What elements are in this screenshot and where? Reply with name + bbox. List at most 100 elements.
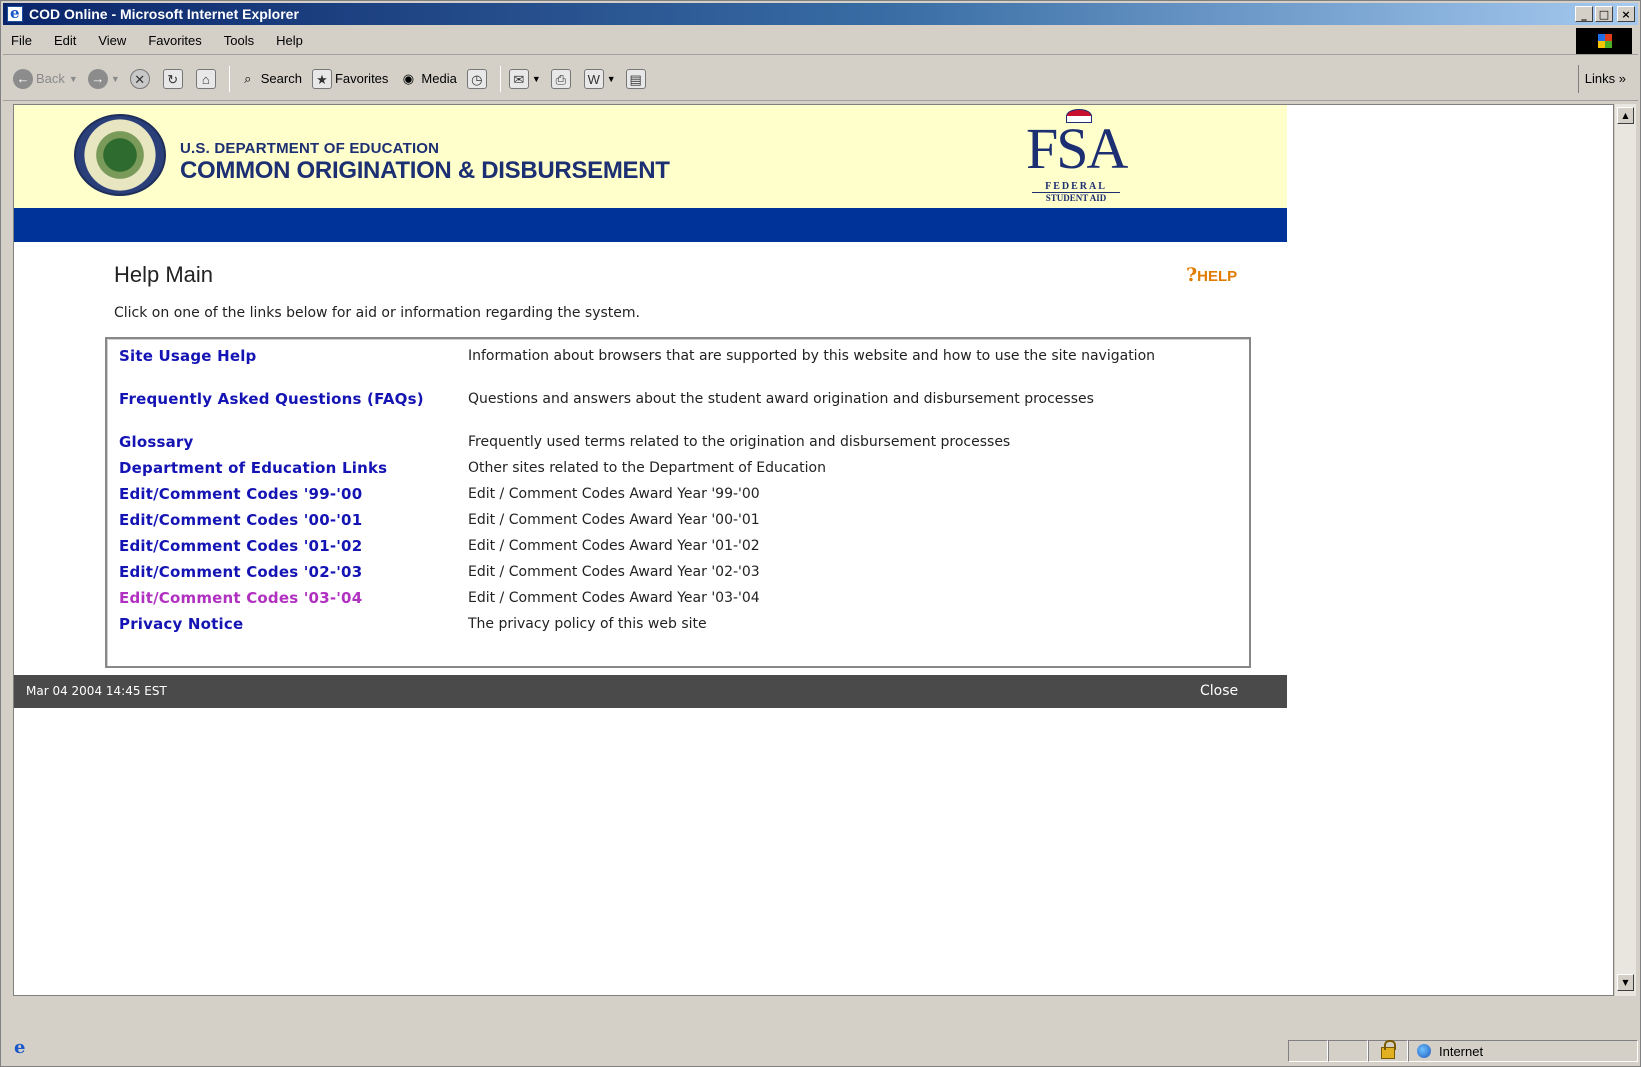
menu-file[interactable]: File — [3, 33, 43, 48]
forward-arrow-icon: → — [87, 68, 108, 89]
browser-window: COD Online - Microsoft Internet Explorer… — [0, 0, 1641, 1067]
content-viewport: U.S. DEPARTMENT OF EDUCATION COMMON ORIG… — [13, 104, 1614, 996]
toolbar-separator — [499, 65, 501, 92]
back-arrow-icon: ← — [13, 68, 33, 89]
row-description: Edit / Comment Codes Award Year '00-'01 — [468, 512, 760, 528]
home-icon: ⌂ — [195, 68, 216, 89]
department-name: U.S. DEPARTMENT OF EDUCATION — [180, 140, 440, 157]
windows-logo-icon — [1576, 27, 1632, 54]
fsa-logo-line1: FEDERAL — [1045, 181, 1107, 192]
search-button[interactable]: ⌕ Search — [238, 69, 302, 89]
row-description: Questions and answers about the student … — [468, 391, 1094, 407]
title-bar[interactable]: COD Online - Microsoft Internet Explorer… — [3, 3, 1638, 25]
discuss-button[interactable]: ▤ — [625, 68, 649, 89]
menu-favorites[interactable]: Favorites — [137, 33, 212, 48]
link-glossary[interactable]: Glossary — [119, 433, 449, 451]
back-label: Back — [36, 71, 65, 86]
row-description: Frequently used terms related to the ori… — [468, 434, 1011, 450]
help-links-table: Site Usage Help Information about browse… — [105, 337, 1251, 668]
toolbar-separator — [228, 65, 230, 92]
help-question-icon: ? — [1186, 264, 1198, 286]
row-description: Edit / Comment Codes Award Year '99-'00 — [468, 486, 760, 502]
ie-logo-icon — [7, 4, 23, 22]
fsa-hat-icon — [1066, 109, 1092, 123]
header-band — [14, 208, 1287, 242]
close-window-button[interactable]: × — [1617, 6, 1635, 22]
media-icon: ◉ — [402, 70, 415, 86]
favorites-button[interactable]: ★ Favorites — [311, 68, 389, 89]
link-codes-01-02[interactable]: Edit/Comment Codes '01-'02 — [119, 537, 449, 555]
media-button[interactable]: ◉ Media — [398, 69, 457, 89]
department-seal-icon — [74, 114, 166, 196]
mail-dropdown-icon: ▼ — [531, 73, 541, 84]
menu-view[interactable]: View — [87, 33, 137, 48]
stop-icon: ✕ — [129, 68, 150, 89]
status-pane-empty — [1328, 1040, 1368, 1062]
window-title: COD Online - Microsoft Internet Explorer — [29, 6, 299, 22]
back-dropdown-icon: ▼ — [68, 73, 78, 84]
link-department-links[interactable]: Department of Education Links — [119, 459, 449, 477]
print-icon: ⎙ — [550, 68, 571, 89]
link-faqs[interactable]: Frequently Asked Questions (FAQs) — [119, 390, 449, 408]
search-label: Search — [260, 71, 302, 86]
footer-timestamp: Mar 04 2004 14:45 EST — [26, 684, 167, 698]
row-description: Other sites related to the Department of… — [468, 460, 826, 476]
status-bar: Internet — [3, 1037, 1638, 1065]
scroll-down-arrow-icon[interactable]: ▼ — [1617, 974, 1634, 991]
link-codes-02-03[interactable]: Edit/Comment Codes '02-'03 — [119, 563, 449, 581]
row-description: Information about browsers that are supp… — [468, 348, 1156, 364]
fsa-logo: FSA FEDERAL STUDENT AID — [1026, 109, 1128, 203]
history-button[interactable]: ◷ — [466, 68, 490, 89]
row-description: The privacy policy of this web site — [468, 616, 707, 632]
scroll-up-arrow-icon[interactable]: ▲ — [1617, 107, 1634, 124]
search-icon: ⌕ — [244, 70, 252, 86]
window-controls: _ □ × — [1575, 6, 1635, 22]
lock-icon — [1381, 1040, 1396, 1059]
link-site-usage-help[interactable]: Site Usage Help — [119, 347, 449, 365]
link-privacy-notice[interactable]: Privacy Notice — [119, 615, 449, 633]
print-button[interactable]: ⎙ — [550, 68, 574, 89]
minimize-button[interactable]: _ — [1575, 6, 1593, 22]
security-pane[interactable] — [1368, 1040, 1408, 1062]
back-button[interactable]: ← Back ▼ — [13, 68, 78, 89]
forward-button[interactable]: → ▼ — [87, 68, 120, 89]
discuss-icon: ▤ — [625, 68, 646, 89]
refresh-button[interactable]: ↻ — [162, 68, 186, 89]
system-name: COMMON ORIGINATION & DISBURSEMENT — [180, 157, 670, 184]
menu-bar: File Edit View Favorites Tools Help — [3, 27, 1638, 55]
stop-button[interactable]: ✕ — [129, 68, 153, 89]
maximize-button[interactable]: □ — [1595, 6, 1613, 22]
site-banner: U.S. DEPARTMENT OF EDUCATION COMMON ORIG… — [14, 105, 1287, 208]
fsa-logo-word: FSA — [1026, 116, 1128, 181]
fsa-logo-line2: STUDENT AID — [1032, 192, 1120, 203]
vertical-scrollbar[interactable]: ▲ ▼ — [1614, 104, 1636, 996]
edit-page-button[interactable]: W ▼ — [583, 68, 616, 89]
menu-tools[interactable]: Tools — [213, 33, 265, 48]
close-link[interactable]: Close — [1200, 683, 1238, 699]
internet-globe-icon — [1417, 1044, 1431, 1058]
row-description: Edit / Comment Codes Award Year '02-'03 — [468, 564, 760, 580]
media-label: Media — [421, 71, 457, 86]
favorites-label: Favorites — [334, 71, 389, 86]
page-title: Help Main — [114, 262, 214, 287]
menu-help[interactable]: Help — [265, 33, 314, 48]
refresh-icon: ↻ — [162, 68, 183, 89]
word-edit-icon: W — [583, 68, 604, 89]
home-button[interactable]: ⌂ — [195, 68, 219, 89]
link-codes-99-00[interactable]: Edit/Comment Codes '99-'00 — [119, 485, 449, 503]
zone-pane[interactable]: Internet — [1408, 1040, 1638, 1062]
edit-dropdown-icon: ▼ — [606, 73, 616, 84]
history-icon: ◷ — [466, 68, 487, 89]
favorites-icon: ★ — [311, 68, 332, 89]
menu-edit[interactable]: Edit — [43, 33, 87, 48]
link-codes-03-04[interactable]: Edit/Comment Codes '03-'04 — [119, 589, 449, 607]
status-panes: Internet — [1288, 1040, 1638, 1062]
page-footer: Mar 04 2004 14:45 EST Close — [14, 675, 1287, 708]
help-link-label: HELP — [1197, 268, 1238, 285]
toolbar: ← Back ▼ → ▼ ✕ ↻ ⌂ ⌕ Search ★ Favorites … — [3, 57, 1638, 101]
mail-button[interactable]: ✉ ▼ — [508, 68, 541, 89]
row-description: Edit / Comment Codes Award Year '01-'02 — [468, 538, 760, 554]
links-toolbar[interactable]: Links » — [1577, 64, 1638, 93]
help-link[interactable]: ?HELP — [1186, 264, 1237, 286]
link-codes-00-01[interactable]: Edit/Comment Codes '00-'01 — [119, 511, 449, 529]
